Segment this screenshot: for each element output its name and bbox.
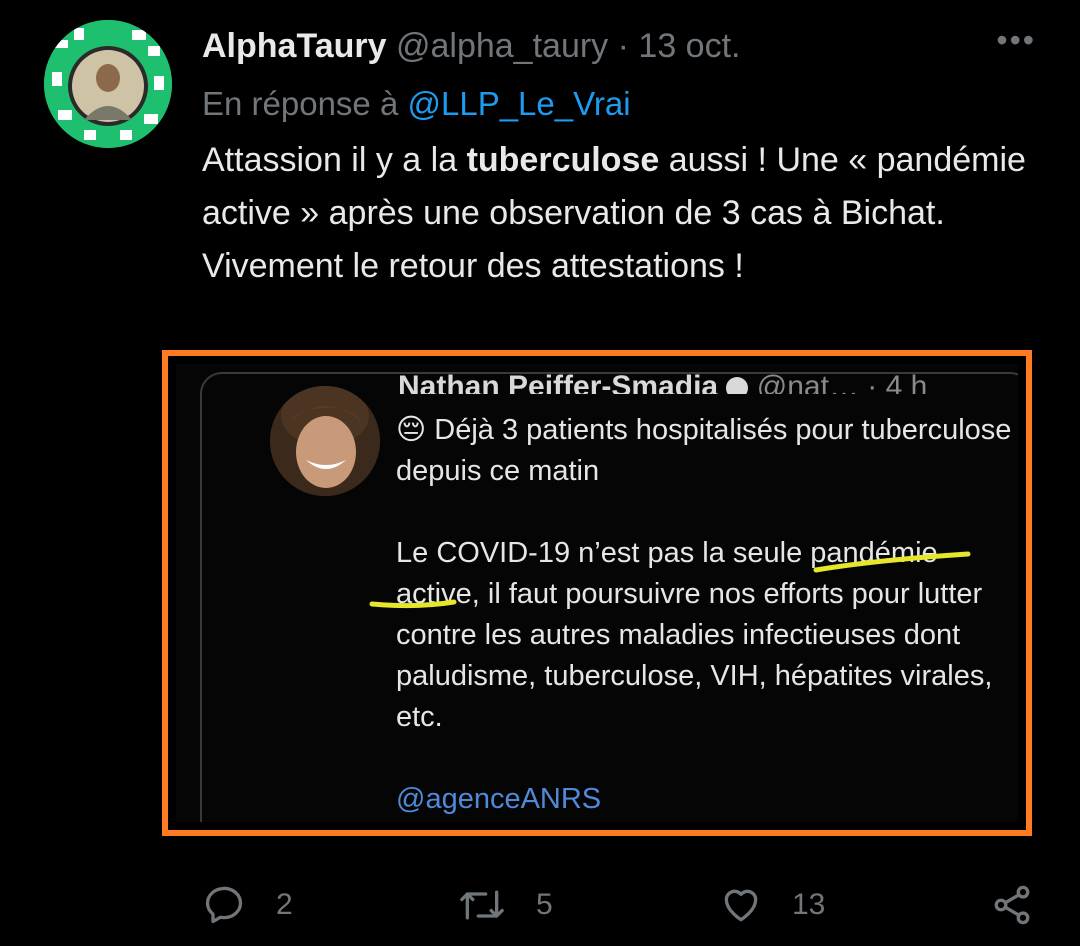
display-name[interactable]: AlphaTaury (202, 27, 387, 65)
action-bar: 2 5 13 (0, 878, 1080, 932)
retweet-button[interactable]: 5 (458, 878, 553, 932)
share-button[interactable] (990, 878, 1034, 932)
like-count: 13 (792, 888, 826, 921)
tweet-text-bold: tuberculose (466, 141, 660, 179)
reply-icon (205, 886, 243, 924)
reply-button[interactable]: 2 (202, 878, 293, 932)
user-handle[interactable]: @alpha_taury (396, 27, 608, 65)
separator: · (617, 27, 629, 65)
reply-count: 2 (276, 888, 293, 921)
reply-context: En réponse à @LLP_Le_Vrai (202, 80, 631, 128)
retweet-count: 5 (536, 888, 553, 921)
reply-to-link[interactable]: @LLP_Le_Vrai (407, 85, 630, 122)
share-icon (994, 885, 1030, 925)
highlight-frame (162, 350, 1032, 836)
reply-prefix: En réponse à (202, 85, 399, 122)
tweet-text: Attassion il y a la tuberculose aussi ! … (202, 134, 1042, 293)
more-options-icon[interactable]: ••• (996, 22, 1036, 59)
tweet-date[interactable]: 13 oct. (638, 27, 740, 65)
retweet-icon (460, 890, 504, 920)
heart-icon (724, 889, 758, 922)
tweet-text-part-3: Vivement le retour des attestations ! (202, 247, 744, 285)
avatar-image (44, 20, 172, 148)
tweet-text-part-1: Attassion il y a la (202, 141, 467, 179)
like-button[interactable]: 13 (718, 878, 825, 932)
tweet-header: AlphaTaury @alpha_taury · 13 oct. (202, 22, 740, 70)
author-avatar[interactable] (44, 20, 172, 148)
